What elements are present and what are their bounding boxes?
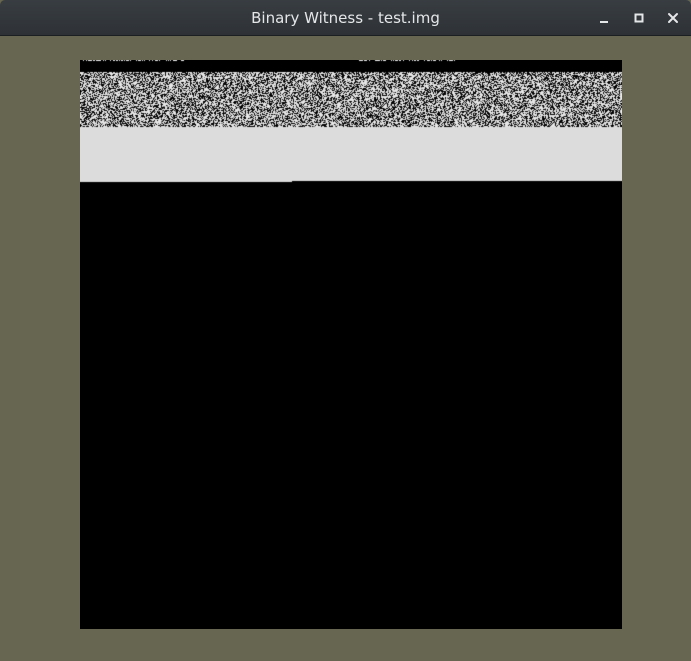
binary-bitmap [80, 60, 622, 629]
binary-visualization-view[interactable] [80, 60, 622, 629]
maximize-icon [634, 13, 644, 23]
close-button[interactable] [663, 8, 683, 28]
maximize-button[interactable] [629, 8, 649, 28]
minimize-icon [600, 21, 608, 23]
close-icon [668, 13, 678, 23]
minimize-button[interactable] [595, 8, 615, 28]
window-title: Binary Witness - test.img [251, 9, 440, 27]
window-titlebar[interactable]: Binary Witness - test.img [0, 0, 691, 36]
